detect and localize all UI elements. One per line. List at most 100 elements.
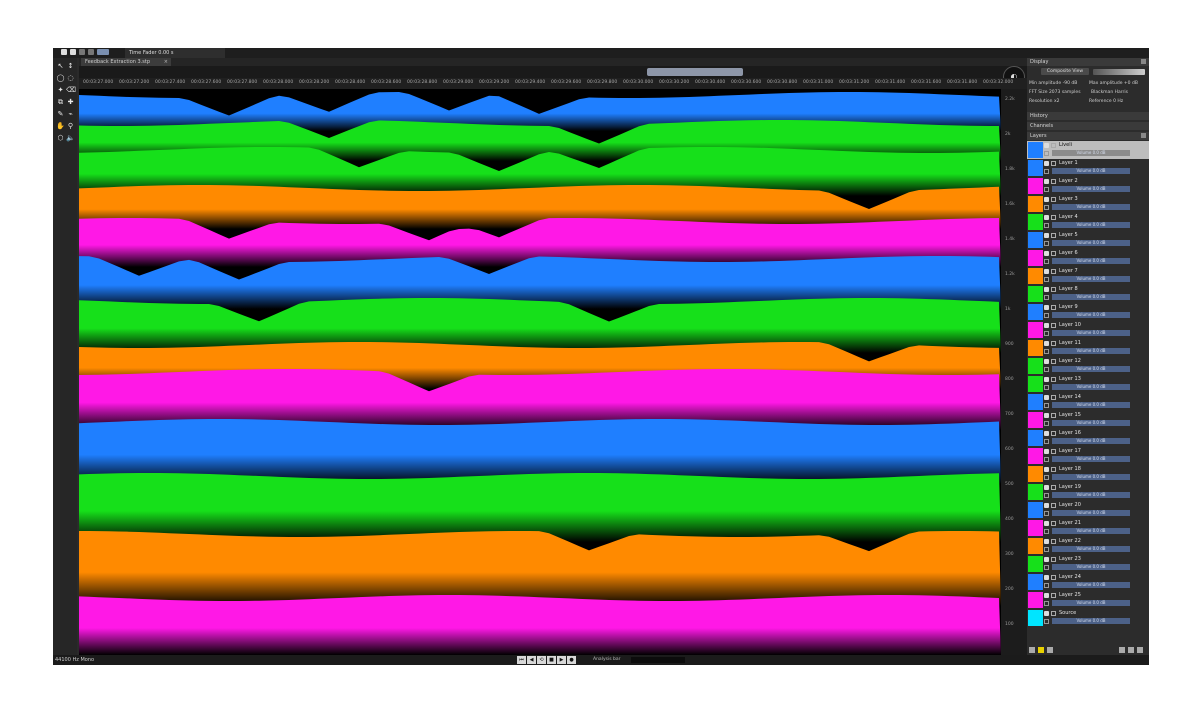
eye-icon[interactable]	[1044, 179, 1049, 184]
lock-icon[interactable]	[1051, 359, 1056, 364]
layers-section-title[interactable]: Layers	[1027, 132, 1149, 140]
layer-checkbox[interactable]	[1044, 169, 1049, 174]
layer-checkbox[interactable]	[1044, 511, 1049, 516]
stop-icon[interactable]: ■	[547, 656, 556, 664]
layer-volume-slider[interactable]: Volume 0.0 dB	[1052, 294, 1130, 300]
lock-icon[interactable]	[1051, 287, 1056, 292]
eye-icon[interactable]	[1044, 413, 1049, 418]
eye-icon[interactable]	[1044, 341, 1049, 346]
layer-volume-slider[interactable]: Volume 0.0 dB	[1052, 474, 1130, 480]
play-icon[interactable]: ▶	[557, 656, 566, 664]
eye-icon[interactable]	[1044, 305, 1049, 310]
layer-checkbox[interactable]	[1044, 457, 1049, 462]
layer-checkbox[interactable]	[1044, 313, 1049, 318]
lock-icon[interactable]	[1051, 413, 1056, 418]
overview-scroll-thumb[interactable]	[647, 68, 743, 76]
delete-layer-icon[interactable]	[1137, 647, 1143, 653]
save-icon[interactable]	[79, 49, 85, 55]
layer-volume-slider[interactable]: Volume 0.0 dB	[1052, 312, 1130, 318]
eye-icon[interactable]	[1044, 143, 1049, 148]
channels-section-title[interactable]: Channels	[1027, 122, 1149, 130]
lock-icon[interactable]	[1051, 251, 1056, 256]
layer-volume-slider[interactable]: Volume 0.0 dB	[1052, 384, 1130, 390]
lock-icon[interactable]	[1051, 161, 1056, 166]
layer-row[interactable]: Layer 5 Volume 0.0 dB	[1027, 231, 1149, 249]
spectrogram-canvas[interactable]	[79, 89, 1001, 655]
layer-volume-slider[interactable]: Volume 0.0 dB	[1052, 564, 1130, 570]
lock-icon[interactable]	[1051, 323, 1056, 328]
layer-checkbox[interactable]	[1044, 493, 1049, 498]
hand-icon[interactable]: ✋	[56, 122, 65, 131]
spectral-heal-icon[interactable]: ✚	[66, 98, 75, 107]
layer-volume-slider[interactable]: Volume 0.0 dB	[1052, 276, 1130, 282]
layer-volume-slider[interactable]: Volume 0.0 dB	[1052, 366, 1130, 372]
lock-icon[interactable]	[1051, 269, 1056, 274]
eye-icon[interactable]	[1044, 323, 1049, 328]
lock-icon[interactable]	[1051, 233, 1056, 238]
layer-row[interactable]: Layer 2 Volume 0.0 dB	[1027, 177, 1149, 195]
layer-checkbox[interactable]	[1044, 277, 1049, 282]
layer-row[interactable]: Layer 13 Volume 0.0 dB	[1027, 375, 1149, 393]
eye-icon[interactable]	[1044, 611, 1049, 616]
lock-icon[interactable]	[1051, 431, 1056, 436]
eye-icon[interactable]	[1044, 539, 1049, 544]
layer-volume-slider[interactable]: Volume 0.0 dB	[1052, 330, 1130, 336]
display-section-title[interactable]: Display	[1027, 58, 1149, 66]
duplicate-layer-icon[interactable]	[1128, 647, 1134, 653]
layer-volume-slider[interactable]: Volume 0.0 dB	[1052, 492, 1130, 498]
layer-checkbox[interactable]	[1044, 259, 1049, 264]
eye-icon[interactable]	[1044, 377, 1049, 382]
layer-volume-slider[interactable]: Volume 0.0 dB	[1052, 258, 1130, 264]
layer-row[interactable]: Source Volume 0.0 dB	[1027, 609, 1149, 627]
lock-icon[interactable]	[1051, 575, 1056, 580]
layer-row[interactable]: Layer 20 Volume 0.0 dB	[1027, 501, 1149, 519]
layer-volume-slider[interactable]: Volume 0.0 dB	[1052, 402, 1130, 408]
layer-row[interactable]: Layer 10 Volume 0.0 dB	[1027, 321, 1149, 339]
layer-volume-slider[interactable]: Volume 0.0 dB	[1052, 582, 1130, 588]
eye-icon[interactable]	[1044, 233, 1049, 238]
layer-checkbox[interactable]	[1044, 583, 1049, 588]
rewind-icon[interactable]: ⏮	[517, 656, 526, 664]
layer-volume-slider[interactable]: Volume 0.0 dB	[1052, 600, 1130, 606]
layer-volume-slider[interactable]: Volume 0.0 dB	[1052, 240, 1130, 246]
lock-icon[interactable]	[1051, 305, 1056, 310]
min-amplitude-field[interactable]: Min amplitude -90 dB	[1029, 80, 1087, 87]
time-ruler[interactable]: 00:03:27.000 00:03:27.200 00:03:27.400 00:0…	[79, 78, 1027, 89]
eye-icon[interactable]	[1044, 467, 1049, 472]
layer-volume-slider[interactable]: Volume 0.0 dB	[1052, 222, 1130, 228]
eye-icon[interactable]	[1044, 449, 1049, 454]
eraser-icon[interactable]: ⌫	[66, 86, 76, 95]
lock-icon[interactable]	[1051, 521, 1056, 526]
lock-icon[interactable]	[1051, 179, 1056, 184]
lock-icon[interactable]	[1051, 557, 1056, 562]
layer-row[interactable]: Layer 9 Volume 0.0 dB	[1027, 303, 1149, 321]
layer-volume-slider[interactable]: Volume 0.0 dB	[1052, 186, 1130, 192]
layer-checkbox[interactable]	[1044, 547, 1049, 552]
display-gain-slider[interactable]	[1093, 69, 1145, 75]
settings-icon[interactable]	[88, 49, 94, 55]
zoom-icon[interactable]: ⚲	[66, 122, 75, 131]
clone-stamp-icon[interactable]: ⧉	[56, 98, 65, 107]
layer-checkbox[interactable]	[1044, 601, 1049, 606]
loop-icon[interactable]: ⟲	[537, 656, 546, 664]
layer-checkbox[interactable]	[1044, 421, 1049, 426]
layer-checkbox[interactable]	[1044, 529, 1049, 534]
speaker-icon[interactable]: 🔈	[66, 134, 75, 143]
brush-select-icon[interactable]: ◌	[66, 74, 75, 83]
composite-view-dropdown[interactable]: Composite View	[1041, 68, 1089, 75]
lock-icon[interactable]	[1051, 467, 1056, 472]
layer-checkbox[interactable]	[1044, 241, 1049, 246]
lock-icon[interactable]	[1051, 503, 1056, 508]
layer-volume-slider[interactable]: Volume 0.0 dB	[1052, 168, 1130, 174]
transform-icon[interactable]: ⬡	[56, 134, 65, 143]
layer-row[interactable]: Layer 1 Volume 0.0 dB	[1027, 159, 1149, 177]
lock-icon[interactable]	[1051, 449, 1056, 454]
layer-volume-slider[interactable]: Volume 0.0 dB	[1052, 456, 1130, 462]
lock-icon[interactable]	[1051, 395, 1056, 400]
open-file-icon[interactable]	[70, 49, 76, 55]
layer-row[interactable]: Layer 16 Volume 0.0 dB	[1027, 429, 1149, 447]
layer-row[interactable]: Layer 3 Volume 0.0 dB	[1027, 195, 1149, 213]
eye-icon[interactable]	[1044, 431, 1049, 436]
mode-toggle-icon[interactable]	[97, 49, 109, 55]
close-icon[interactable]: ×	[164, 58, 168, 66]
